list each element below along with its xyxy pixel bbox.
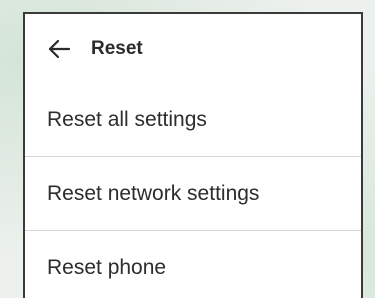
menu-item-reset-phone[interactable]: Reset phone [25,231,361,298]
back-button[interactable] [37,27,81,71]
arrow-left-icon [48,39,71,58]
header-bar: Reset [25,14,361,83]
menu-item-label: Reset network settings [47,181,260,205]
reset-panel: Reset Reset all settings Reset network s… [23,12,363,298]
menu-item-reset-all-settings[interactable]: Reset all settings [25,83,361,157]
reset-menu: Reset all settings Reset network setting… [25,83,361,298]
menu-item-reset-network-settings[interactable]: Reset network settings [25,157,361,231]
page-title: Reset [91,37,143,59]
menu-item-label: Reset all settings [47,107,207,131]
menu-item-label: Reset phone [47,256,167,279]
